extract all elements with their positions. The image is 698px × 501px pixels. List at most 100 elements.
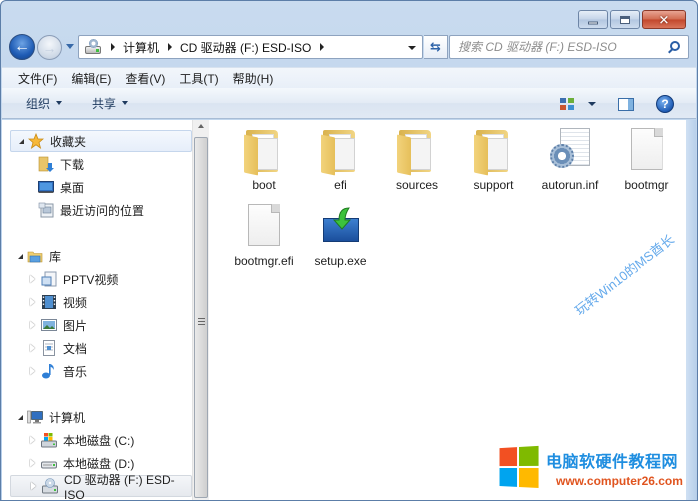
sidebar-item-documents[interactable]: 文档	[10, 337, 192, 359]
documents-icon	[41, 340, 57, 356]
site-url: www.computer26.com	[556, 474, 683, 488]
breadcrumb-cd-drive[interactable]: CD 驱动器 (F:) ESD-ISO	[180, 39, 311, 56]
sidebar-group-label: 收藏夹	[50, 134, 87, 149]
sidebar-item-pictures[interactable]: 图片	[10, 314, 192, 336]
sidebar-item-label: CD 驱动器 (F:) ESD-ISO	[64, 472, 175, 501]
expand-arrow-icon[interactable]	[30, 275, 35, 283]
share-button[interactable]: 共享	[92, 95, 129, 112]
sidebar-item-label: PPTV视频	[63, 272, 119, 287]
sidebar-item-label: 视频	[63, 295, 88, 310]
breadcrumb-separator[interactable]	[168, 43, 173, 51]
sidebar-item-recent-places[interactable]: 最近访问的位置	[10, 199, 192, 221]
cd-drive-icon	[84, 39, 102, 55]
pictures-icon	[41, 317, 57, 333]
file-item[interactable]: setup.exe	[302, 202, 380, 269]
downloads-icon	[38, 156, 54, 172]
file-item[interactable]: autorun.inf	[531, 126, 609, 193]
search-input[interactable]	[450, 40, 660, 54]
collapse-arrow-icon[interactable]	[18, 253, 23, 259]
file-item[interactable]: efi	[302, 126, 380, 193]
file-item[interactable]: bootmgr.efi	[225, 202, 303, 269]
forward-button[interactable]: →	[37, 35, 62, 60]
search-icon[interactable]	[670, 41, 680, 51]
menu-file[interactable]: 文件(F)	[18, 70, 57, 87]
preview-pane-icon[interactable]	[618, 97, 634, 111]
address-history-dropdown[interactable]	[408, 46, 416, 50]
expand-arrow-icon[interactable]	[30, 436, 35, 444]
sidebar-group-computer[interactable]: 计算机	[10, 406, 192, 428]
forward-arrow-icon: →	[42, 39, 57, 56]
scrollbar-thumb[interactable]	[194, 137, 208, 498]
file-item[interactable]: sources	[378, 126, 456, 193]
sidebar-group-libraries[interactable]: 库	[10, 245, 192, 267]
view-options-dropdown[interactable]	[588, 102, 596, 106]
sidebar-item-pptv-videos[interactable]: PPTV视频	[10, 268, 192, 290]
change-view-icon[interactable]	[560, 98, 574, 110]
sidebar-item-drive-c[interactable]: 本地磁盘 (C:)	[10, 429, 192, 451]
menu-tools[interactable]: 工具(T)	[179, 70, 218, 87]
close-icon: ✕	[658, 12, 670, 27]
grip-icon	[198, 317, 205, 325]
file-icon	[240, 202, 288, 250]
site-watermark: 电脑软硬件教程网 www.computer26.com	[498, 445, 683, 489]
collapse-arrow-icon[interactable]	[18, 414, 23, 420]
minimize-button[interactable]	[578, 10, 608, 29]
sidebar-item-label: 图片	[63, 318, 88, 333]
expand-arrow-icon[interactable]	[30, 459, 35, 467]
music-icon	[41, 363, 57, 379]
window-frame-right	[686, 120, 696, 500]
close-button[interactable]: ✕	[642, 10, 686, 29]
sidebar-item-label: 下载	[60, 157, 85, 172]
menu-help[interactable]: 帮助(H)	[233, 70, 274, 87]
share-label: 共享	[92, 96, 117, 111]
breadcrumb-separator[interactable]	[111, 43, 115, 51]
sidebar-item-label: 最近访问的位置	[60, 203, 145, 218]
navigation-pane-scrollbar[interactable]	[192, 120, 209, 500]
expand-arrow-icon[interactable]	[30, 321, 35, 329]
file-name: bootmgr	[624, 178, 669, 192]
file-item[interactable]: support	[455, 126, 533, 193]
collapse-arrow-icon[interactable]	[19, 138, 24, 144]
menu-view[interactable]: 查看(V)	[125, 70, 165, 87]
settings-file-icon	[546, 126, 594, 174]
system-drive-icon	[41, 432, 57, 448]
breadcrumb-separator[interactable]	[320, 43, 325, 51]
sidebar-item-label: 音乐	[63, 364, 88, 379]
folder-icon	[240, 126, 288, 176]
folder-icon	[470, 126, 518, 176]
chevron-down-icon	[122, 101, 129, 105]
videos-icon	[41, 294, 57, 310]
organize-button[interactable]: 组织	[26, 95, 63, 112]
maximize-button[interactable]	[610, 10, 640, 29]
back-button[interactable]: ←	[9, 34, 35, 60]
organize-label: 组织	[26, 96, 51, 111]
sidebar-group-favorites[interactable]: 收藏夹	[10, 130, 192, 152]
refresh-icon: ⇆	[430, 39, 441, 54]
file-name: support	[473, 178, 514, 192]
file-item[interactable]: boot	[225, 126, 303, 193]
expand-arrow-icon[interactable]	[30, 344, 35, 352]
recent-pages-dropdown[interactable]	[66, 44, 74, 49]
refresh-button[interactable]: ⇆	[424, 35, 448, 59]
expand-arrow-icon[interactable]	[30, 298, 35, 306]
view-controls: ?	[560, 95, 674, 113]
sidebar-item-desktop[interactable]: 桌面	[10, 176, 192, 198]
sidebar-item-label: 本地磁盘 (D:)	[63, 456, 135, 471]
sidebar-item-drive-f[interactable]: CD 驱动器 (F:) ESD-ISO	[10, 473, 192, 500]
folder-icon	[393, 126, 441, 176]
menu-edit[interactable]: 编辑(E)	[71, 70, 111, 87]
sidebar-item-music[interactable]: 音乐	[10, 360, 192, 382]
sidebar-group-label: 计算机	[49, 410, 86, 425]
sidebar-item-videos[interactable]: 视频	[10, 291, 192, 313]
sidebar-item-downloads[interactable]: 下载	[10, 153, 192, 175]
breadcrumb-computer[interactable]: 计算机	[123, 39, 159, 56]
help-icon[interactable]: ?	[656, 95, 674, 113]
sidebar-item-label: 桌面	[60, 180, 85, 195]
file-item[interactable]: bootmgr	[608, 126, 686, 193]
address-bar[interactable]: 计算机 CD 驱动器 (F:) ESD-ISO	[78, 35, 423, 59]
expand-arrow-icon[interactable]	[31, 482, 36, 490]
expand-arrow-icon[interactable]	[30, 367, 35, 375]
scroll-up-arrow-icon[interactable]	[198, 124, 204, 128]
recent-places-icon	[38, 202, 54, 218]
file-name: boot	[252, 178, 276, 192]
